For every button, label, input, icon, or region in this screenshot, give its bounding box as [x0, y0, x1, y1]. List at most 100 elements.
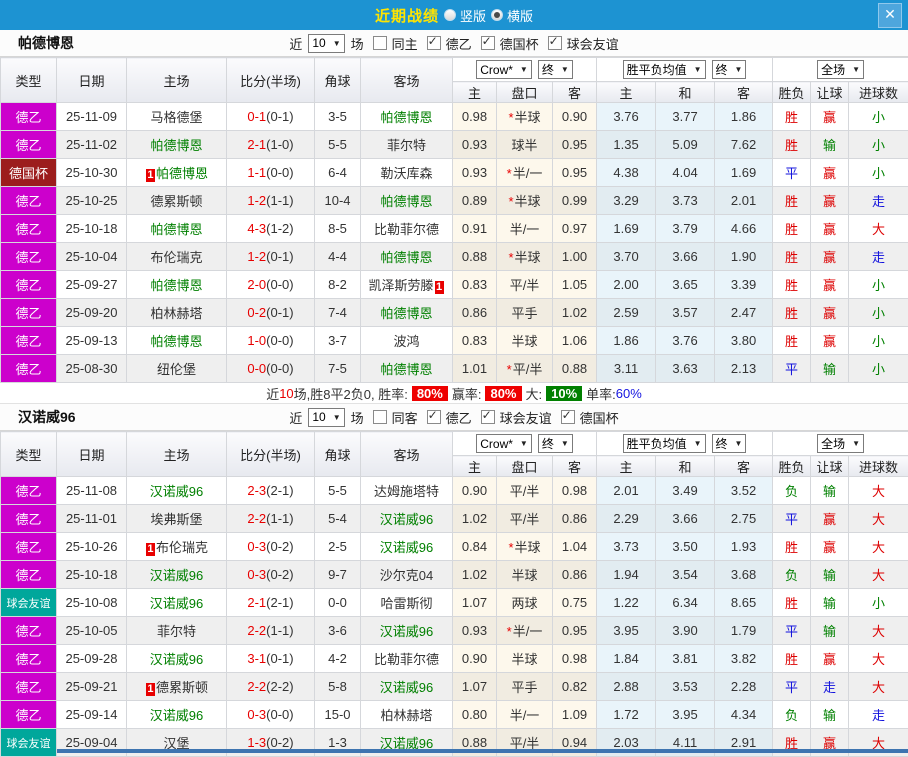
corners-cell: 3-6 [315, 617, 361, 645]
league-badge: 德乙 [1, 477, 57, 505]
home-team: 汉诺威96 [127, 645, 227, 673]
radio-vertical[interactable]: 竖版 [444, 6, 486, 25]
competition-checkbox[interactable] [427, 36, 441, 50]
competition-checkbox[interactable] [548, 36, 562, 50]
match-row: 德乙25-09-20柏林赫塔0-2(0-1)7-4帕德博恩0.86平手1.022… [1, 299, 908, 327]
league-badge: 德乙 [1, 271, 57, 299]
match-date: 25-11-09 [57, 103, 127, 131]
odds-company-select[interactable]: Crow*▼ [476, 60, 532, 79]
score-cell: 0-2(0-1) [227, 299, 315, 327]
corners-cell: 3-5 [315, 103, 361, 131]
match-date: 25-09-20 [57, 299, 127, 327]
league-badge: 德乙 [1, 215, 57, 243]
competition-label: 德乙 [446, 408, 472, 427]
away-team-name: 帕德博恩 [380, 362, 432, 377]
away-avg: 2.01 [715, 187, 773, 215]
away-team-name: 柏林赫塔 [380, 708, 432, 723]
same-venue-checkbox[interactable] [373, 36, 387, 50]
section-header: 汉诺威96近10▼场同客德乙球会友谊德国杯 [0, 404, 908, 431]
chevron-down-icon: ▼ [561, 439, 569, 448]
results-table: 类型日期主场比分(半场)角球客场Crow*▼终▼胜平负均值▼终▼全场▼主盘口客主… [0, 57, 908, 383]
result-wdl: 胜 [773, 243, 811, 271]
match-count-select[interactable]: 10▼ [308, 34, 344, 53]
match-row: 德乙25-10-25德累斯顿1-2(1-1)10-4帕德博恩0.89*半球0.9… [1, 187, 908, 215]
same-venue-checkbox[interactable] [373, 410, 387, 424]
home-avg: 2.01 [597, 477, 656, 505]
away-odds: 0.82 [553, 673, 597, 701]
away-avg: 7.62 [715, 131, 773, 159]
league-badge: 德乙 [1, 561, 57, 589]
result-wdl: 胜 [773, 645, 811, 673]
wdl-average-select[interactable]: 胜平负均值▼ [623, 60, 706, 79]
match-count-select[interactable]: 10▼ [308, 408, 344, 427]
result-wdl: 平 [773, 617, 811, 645]
match-date: 25-09-13 [57, 327, 127, 355]
half-score: (1-1) [266, 623, 293, 638]
final-select[interactable]: 终▼ [712, 60, 747, 79]
competition-checkbox[interactable] [427, 410, 441, 424]
handicap-cell: 平/半 [497, 505, 553, 533]
column-header: 客 [553, 456, 597, 477]
radio-horizontal[interactable]: 横版 [491, 6, 533, 25]
handicap-value: 半/一 [510, 708, 540, 723]
column-header: 和 [656, 456, 715, 477]
score-cell: 0-3(0-0) [227, 701, 315, 729]
away-avg: 4.66 [715, 215, 773, 243]
scope-select[interactable]: 全场▼ [817, 60, 864, 79]
result-handicap: 输 [811, 477, 849, 505]
summary-badge: 80% [412, 386, 448, 401]
scope-select[interactable]: 全场▼ [817, 434, 864, 453]
result-wdl: 平 [773, 673, 811, 701]
full-score: 2-2 [247, 623, 266, 638]
away-team: 汉诺威96 [361, 617, 453, 645]
handicap-cell: 半球 [497, 327, 553, 355]
home-odds: 1.02 [453, 505, 497, 533]
competition-checkbox[interactable] [481, 410, 495, 424]
final-select[interactable]: 终▼ [538, 434, 573, 453]
chevron-down-icon: ▼ [694, 439, 702, 448]
half-score: (0-0) [266, 165, 293, 180]
result-wdl: 胜 [773, 103, 811, 131]
final-select-value: 终 [716, 61, 735, 78]
draw-avg: 3.95 [656, 701, 715, 729]
final-select-value: 终 [542, 61, 561, 78]
scope-select-value: 全场 [821, 435, 852, 452]
away-avg: 2.47 [715, 299, 773, 327]
match-row: 德乙25-10-261布伦瑞克0-3(0-2)2-5汉诺威960.84*半球1.… [1, 533, 908, 561]
competition-checkbox[interactable] [481, 36, 495, 50]
final-select[interactable]: 终▼ [712, 434, 747, 453]
odds-company-select[interactable]: Crow*▼ [476, 434, 532, 453]
full-score: 2-2 [247, 511, 266, 526]
away-team: 沙尔克04 [361, 561, 453, 589]
corners-cell: 5-8 [315, 673, 361, 701]
half-score: (0-1) [266, 651, 293, 666]
match-date: 25-11-08 [57, 477, 127, 505]
final-select[interactable]: 终▼ [538, 60, 573, 79]
wdl-average-select[interactable]: 胜平负均值▼ [623, 434, 706, 453]
unit-label: 场 [351, 408, 364, 427]
full-score: 0-3 [247, 539, 266, 554]
home-avg: 3.95 [597, 617, 656, 645]
match-row: 球会友谊25-10-08汉诺威962-1(2-1)0-0哈雷斯彻1.07两球0.… [1, 589, 908, 617]
half-score: (0-0) [266, 361, 293, 376]
away-team-name: 勒沃库森 [380, 166, 432, 181]
away-avg: 1.86 [715, 103, 773, 131]
result-wdl: 平 [773, 355, 811, 383]
home-odds: 0.86 [453, 299, 497, 327]
league-badge: 德乙 [1, 673, 57, 701]
result-goals: 走 [849, 243, 908, 271]
away-team: 汉诺威96 [361, 673, 453, 701]
result-handicap: 输 [811, 589, 849, 617]
result-goals: 小 [849, 159, 908, 187]
competition-label: 德国杯 [580, 408, 619, 427]
final-select-value: 终 [542, 435, 561, 452]
scope-dropdown-cell: 全场▼ [773, 58, 908, 82]
score-cell: 2-0(0-0) [227, 271, 315, 299]
away-team: 汉诺威96 [361, 533, 453, 561]
unit-label: 场 [351, 34, 364, 53]
competition-checkbox[interactable] [561, 410, 575, 424]
corners-cell: 7-4 [315, 299, 361, 327]
draw-avg: 3.57 [656, 299, 715, 327]
handicap-cell: *半球 [497, 187, 553, 215]
close-icon[interactable]: ✕ [878, 3, 902, 28]
